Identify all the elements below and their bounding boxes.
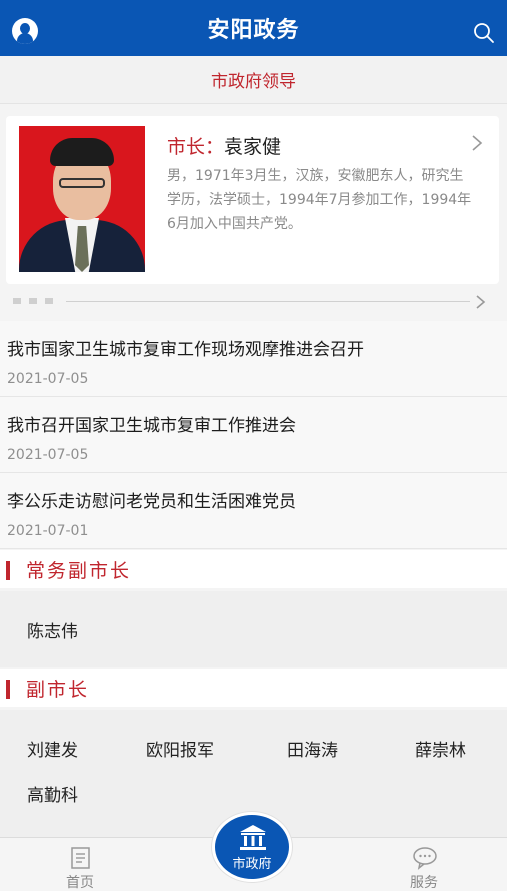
government-building-icon bbox=[240, 825, 266, 850]
tab-service-label: 服务 bbox=[410, 875, 438, 891]
mayor-role: 市长： bbox=[167, 136, 225, 158]
news-title: 我市国家卫生城市复审工作现场观摩推进会召开 bbox=[7, 340, 364, 360]
chevron-right-icon[interactable] bbox=[471, 134, 483, 152]
tab-home-label: 首页 bbox=[66, 875, 94, 891]
mayor-photo bbox=[19, 126, 145, 272]
user-icon[interactable] bbox=[12, 18, 38, 44]
pager-dot[interactable] bbox=[29, 298, 37, 304]
leader-name[interactable]: 高勤科 bbox=[27, 781, 78, 806]
vice-mayor-heading: 副市长 bbox=[0, 669, 507, 707]
vice-mayor-label: 副市长 bbox=[26, 679, 90, 701]
section-title: 市政府领导 bbox=[211, 72, 296, 92]
news-date: 2021-07-01 bbox=[7, 523, 89, 539]
mayor-bio: 男，1971年3月生，汉族，安徽肥东人，研究生学历，法学硕士，1994年7月参加… bbox=[167, 168, 472, 232]
app-title: 安阳政务 bbox=[207, 17, 300, 43]
news-item[interactable]: 我市召开国家卫生城市复审工作推进会 2021-07-05 bbox=[0, 397, 507, 473]
heading-accent-bar bbox=[6, 680, 10, 699]
news-title: 李公乐走访慰问老党员和生活困难党员 bbox=[7, 492, 296, 512]
tab-home[interactable]: 首页 bbox=[40, 838, 120, 891]
news-date: 2021-07-05 bbox=[7, 371, 89, 387]
executive-vice-mayor-list: 陈志伟 bbox=[0, 591, 507, 667]
carousel-pager bbox=[0, 293, 507, 311]
news-title: 我市召开国家卫生城市复审工作推进会 bbox=[7, 416, 296, 436]
leader-name[interactable]: 田海涛 bbox=[287, 736, 338, 761]
leader-name[interactable]: 刘建发 bbox=[27, 736, 78, 761]
tab-service[interactable]: 服务 bbox=[384, 838, 464, 891]
pager-dot[interactable] bbox=[13, 298, 21, 304]
app-header: 安阳政务 bbox=[0, 0, 507, 56]
heading-accent-bar bbox=[6, 561, 10, 580]
leader-name[interactable]: 陈志伟 bbox=[27, 617, 78, 642]
section-title-bar: 市政府领导 bbox=[0, 56, 507, 104]
mayor-card[interactable]: 市长：袁家健 男，1971年3月生，汉族，安徽肥东人，研究生学历，法学硕士，19… bbox=[6, 116, 499, 284]
news-item[interactable]: 我市国家卫生城市复审工作现场观摩推进会召开 2021-07-05 bbox=[0, 321, 507, 397]
leader-name[interactable]: 薛崇林 bbox=[415, 736, 466, 761]
news-date: 2021-07-05 bbox=[7, 447, 89, 463]
chat-icon bbox=[413, 847, 437, 870]
news-item[interactable]: 李公乐走访慰问老党员和生活困难党员 2021-07-01 bbox=[0, 473, 507, 549]
mayor-name: 袁家健 bbox=[224, 136, 282, 158]
executive-vice-mayor-heading: 常务副市长 bbox=[0, 550, 507, 588]
pager-divider bbox=[66, 301, 470, 302]
document-icon bbox=[71, 847, 90, 869]
pager-dot[interactable] bbox=[45, 298, 53, 304]
mayor-name-line: 市长：袁家健 bbox=[167, 132, 281, 159]
leader-name[interactable]: 欧阳报军 bbox=[146, 736, 214, 761]
tab-government-label: 市政府 bbox=[232, 857, 272, 872]
search-icon[interactable] bbox=[473, 22, 495, 44]
tab-government[interactable]: 市政府 bbox=[212, 812, 292, 882]
chevron-right-icon[interactable] bbox=[475, 294, 487, 310]
executive-vice-mayor-label: 常务副市长 bbox=[26, 560, 132, 582]
